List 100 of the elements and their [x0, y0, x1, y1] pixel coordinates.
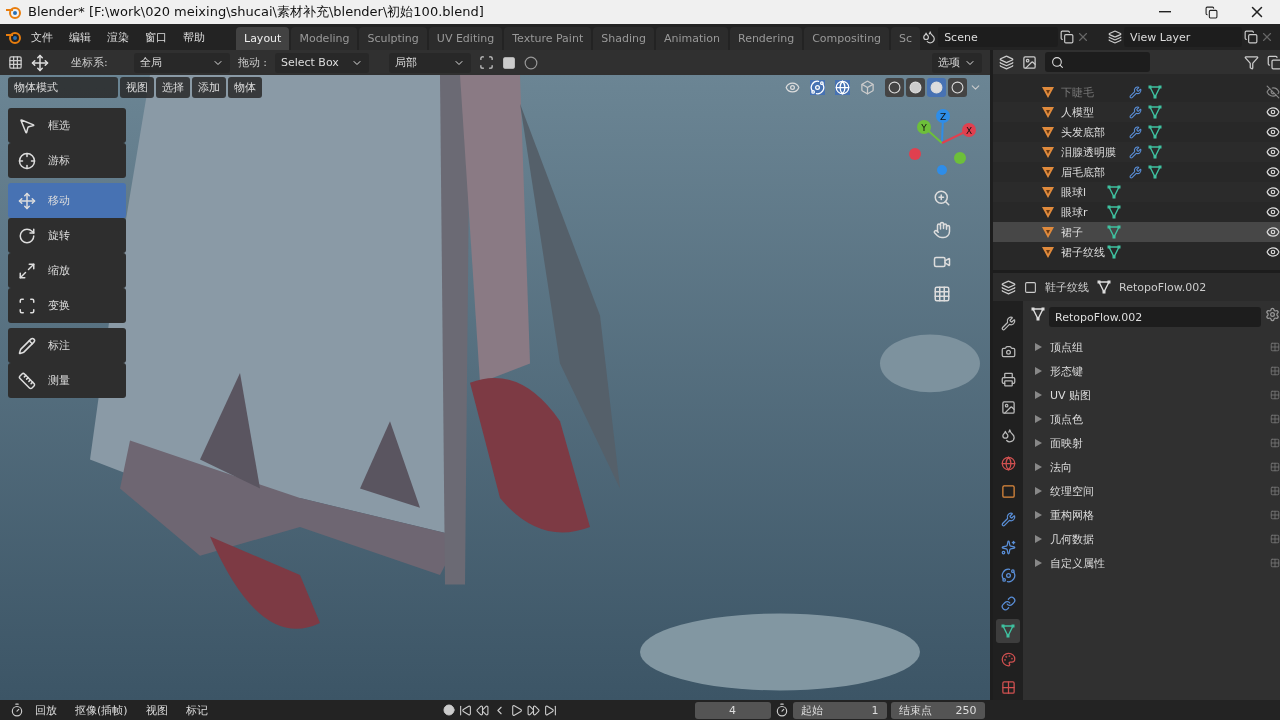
- timeline-editor-icon[interactable]: [10, 703, 24, 717]
- timeline-menu[interactable]: 回放: [28, 702, 64, 718]
- view-layer-field[interactable]: View Layer: [1124, 27, 1243, 47]
- workspace-tab[interactable]: Compositing: [804, 27, 890, 50]
- workspace-tab[interactable]: Modeling: [291, 27, 358, 50]
- panel-header[interactable]: 法向: [1031, 455, 1280, 479]
- eye-icon[interactable]: [1266, 165, 1280, 179]
- move-icon[interactable]: [31, 53, 49, 72]
- proportional-icon[interactable]: [523, 55, 538, 70]
- scene-icon[interactable]: [922, 30, 937, 44]
- next-keyframe-icon[interactable]: [526, 703, 540, 717]
- panel-header[interactable]: 几何数据: [1031, 527, 1280, 551]
- tool-button[interactable]: 游标: [8, 143, 126, 178]
- mesh-name-field[interactable]: RetopoFlow.002: [1049, 307, 1261, 327]
- eye-icon[interactable]: [1266, 245, 1280, 259]
- record-icon[interactable]: [442, 704, 455, 716]
- copy-icon[interactable]: [1244, 30, 1259, 44]
- view-layer-icon[interactable]: [1022, 54, 1037, 70]
- panel-header[interactable]: 自定义属性: [1031, 551, 1280, 575]
- mode-dropdown[interactable]: 物体模式: [8, 77, 118, 98]
- eye-icon[interactable]: [1266, 105, 1280, 119]
- eye-icon[interactable]: [1266, 145, 1280, 159]
- display-mode-icon[interactable]: [999, 54, 1014, 70]
- workspace-tab[interactable]: Texture Paint: [504, 27, 592, 50]
- prev-keyframe-icon[interactable]: [475, 703, 489, 717]
- panel-header[interactable]: 顶点色: [1031, 407, 1280, 431]
- workspace-tab[interactable]: Rendering: [730, 27, 803, 50]
- menu-item[interactable]: 窗口: [138, 29, 174, 45]
- menu-item[interactable]: 帮助: [176, 29, 212, 45]
- panel-header[interactable]: 重构网格: [1031, 503, 1280, 527]
- menu-item[interactable]: 渲染: [100, 29, 136, 45]
- jump-start-icon[interactable]: [458, 703, 472, 717]
- snap-element-icon[interactable]: [501, 55, 516, 70]
- orientation-dropdown[interactable]: 全局: [133, 52, 230, 73]
- drag-dropdown[interactable]: Select Box: [274, 52, 369, 73]
- tool-button[interactable]: 框选: [8, 108, 126, 143]
- rendered-sphere-icon[interactable]: [948, 78, 967, 97]
- workspace-tab[interactable]: UV Editing: [428, 27, 503, 50]
- timeline-menu[interactable]: 视图: [138, 702, 175, 718]
- panel-header[interactable]: 顶点组: [1031, 335, 1280, 359]
- eye-icon[interactable]: [1266, 205, 1280, 219]
- tool-button[interactable]: 缩放: [8, 253, 126, 288]
- snap-target-icon[interactable]: [478, 55, 494, 70]
- eye-closed-icon[interactable]: [1266, 85, 1280, 99]
- new-collection-icon[interactable]: [1267, 54, 1280, 70]
- workspace-tab[interactable]: Animation: [655, 27, 728, 50]
- menu-item[interactable]: 编辑: [62, 29, 98, 45]
- start-frame-field[interactable]: 起始 1: [792, 701, 887, 719]
- drag-handle-icon: [1270, 438, 1280, 448]
- panel-header[interactable]: 纹理空间: [1031, 479, 1280, 503]
- snap-icon[interactable]: [8, 55, 23, 70]
- filter-icon[interactable]: [1244, 54, 1259, 70]
- axis-gizmo-drawing[interactable]: Z Y X: [907, 108, 977, 178]
- mesh-icon: [1148, 165, 1162, 179]
- tool-button[interactable]: 测量: [8, 363, 126, 398]
- options-dropdown[interactable]: 选项: [932, 52, 982, 73]
- visibility-icon[interactable]: [785, 80, 800, 95]
- material-icon: [1000, 651, 1016, 667]
- timeline-menu[interactable]: 标记: [178, 702, 215, 718]
- viewport-menu[interactable]: 添加: [192, 77, 226, 98]
- scale-icon: [18, 261, 36, 280]
- object-name: 眼球l: [1061, 184, 1088, 200]
- viewport-menu[interactable]: 物体: [228, 77, 262, 98]
- tool-button[interactable]: 移动: [8, 183, 126, 218]
- workspace-tab[interactable]: Sc: [891, 27, 921, 50]
- solid-sphere-icon[interactable]: [906, 78, 925, 97]
- scene-field[interactable]: Scene: [938, 27, 1059, 47]
- workspace-tab[interactable]: Layout: [236, 27, 290, 50]
- viewport-menu[interactable]: 选择: [156, 77, 190, 98]
- tool-button[interactable]: 变换: [8, 288, 126, 323]
- viewport-menu[interactable]: 视图: [120, 77, 154, 98]
- overlay-icon[interactable]: [835, 80, 850, 95]
- menu-item[interactable]: 文件: [24, 29, 60, 45]
- material-sphere-icon[interactable]: [927, 78, 946, 97]
- gizmo-icon[interactable]: [810, 80, 825, 95]
- copy-icon[interactable]: [1060, 30, 1075, 44]
- eye-icon[interactable]: [1266, 225, 1280, 239]
- panel-header[interactable]: 形态键: [1031, 359, 1280, 383]
- pivot-dropdown[interactable]: 局部: [388, 52, 471, 73]
- timeline-menu[interactable]: 抠像(插帧): [68, 702, 135, 718]
- frame-field[interactable]: 4: [694, 701, 771, 719]
- editor-type-icon[interactable]: [1001, 279, 1016, 295]
- play-icon[interactable]: [509, 703, 523, 717]
- outliner-row[interactable]: 裙子: [993, 222, 1280, 242]
- workspace-tab[interactable]: Sculpting: [359, 27, 427, 50]
- view-layer-icon[interactable]: [1108, 30, 1123, 44]
- panel-header[interactable]: UV 贴图: [1031, 383, 1280, 407]
- wireframe-icon[interactable]: [885, 78, 904, 97]
- jump-end-icon[interactable]: [543, 703, 557, 717]
- tool-button[interactable]: 标注: [8, 328, 126, 363]
- timer-icon[interactable]: [774, 703, 789, 717]
- search-field[interactable]: [1045, 52, 1150, 72]
- properties-tab[interactable]: [996, 619, 1020, 643]
- eye-icon[interactable]: [1266, 185, 1280, 199]
- workspace-tab[interactable]: Shading: [593, 27, 654, 50]
- panel-header[interactable]: 面映射: [1031, 431, 1280, 455]
- tool-button[interactable]: 旋转: [8, 218, 126, 253]
- eye-icon[interactable]: [1266, 125, 1280, 139]
- restore-icon: [1204, 5, 1218, 19]
- end-frame-field[interactable]: 结束点 250: [890, 701, 985, 719]
